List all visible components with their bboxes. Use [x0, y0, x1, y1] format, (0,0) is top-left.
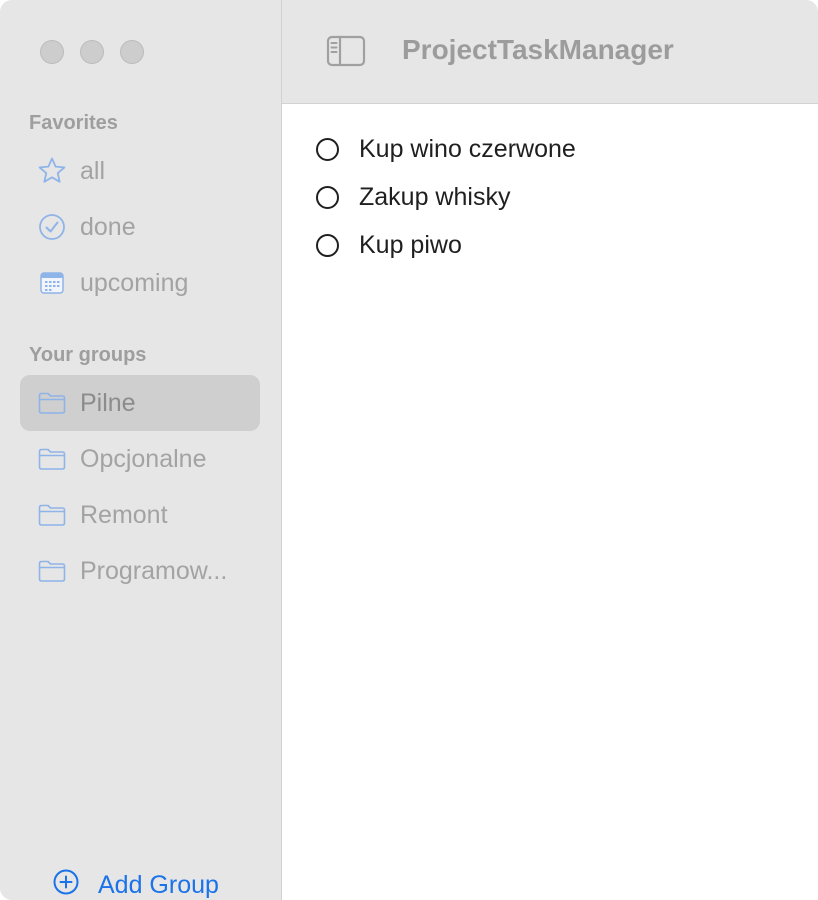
sidebar-item-programowanie[interactable]: Programow... — [20, 543, 260, 599]
sidebar-item-upcoming[interactable]: upcoming — [20, 255, 260, 311]
sidebar-item-label: all — [80, 156, 106, 185]
favorites-section-title: Favorites — [29, 112, 118, 134]
sidebar-item-label: Remont — [80, 500, 168, 529]
task-text: Zakup whisky — [359, 182, 511, 211]
window-title: ProjectTaskManager — [402, 34, 674, 65]
task-text: Kup piwo — [359, 230, 462, 259]
task-item[interactable]: Zakup whisky — [316, 177, 510, 217]
sidebar-item-label: done — [80, 212, 136, 241]
plus-circle-icon — [52, 868, 80, 900]
sidebar-item-all[interactable]: all — [20, 143, 260, 199]
sidebar-item-label: Opcjonalne — [80, 444, 207, 473]
sidebar-item-label: Programow... — [80, 556, 228, 585]
task-text: Kup wino czerwone — [359, 134, 576, 163]
app-window: Favorites all done upcoming Your groups … — [0, 0, 818, 900]
sidebar-toggle-icon[interactable] — [326, 35, 366, 67]
sidebar: Favorites all done upcoming Your groups … — [0, 0, 282, 900]
add-group-label: Add Group — [98, 871, 219, 899]
toolbar: ProjectTaskManager — [282, 0, 818, 104]
checkmark-circle-icon — [36, 211, 68, 243]
calendar-icon — [36, 267, 68, 299]
close-window-button[interactable] — [40, 40, 64, 64]
minimize-window-button[interactable] — [80, 40, 104, 64]
folder-icon — [36, 387, 68, 419]
sidebar-item-done[interactable]: done — [20, 199, 260, 255]
task-item[interactable]: Kup wino czerwone — [316, 129, 576, 169]
sidebar-item-label: upcoming — [80, 268, 189, 297]
task-list: Kup wino czerwone Zakup whisky Kup piwo — [282, 105, 818, 900]
sidebar-item-remont[interactable]: Remont — [20, 487, 260, 543]
folder-icon — [36, 555, 68, 587]
folder-icon — [36, 499, 68, 531]
task-checkbox[interactable] — [316, 137, 339, 161]
window-controls — [40, 40, 144, 64]
groups-section-title: Your groups — [29, 344, 147, 366]
folder-icon — [36, 443, 68, 475]
sidebar-item-pilne[interactable]: Pilne — [20, 375, 260, 431]
sidebar-item-opcjonalne[interactable]: Opcjonalne — [20, 431, 260, 487]
sidebar-item-label: Pilne — [80, 388, 136, 417]
add-group-button[interactable]: Add Group — [52, 868, 219, 900]
task-checkbox[interactable] — [316, 185, 339, 209]
star-icon — [36, 155, 68, 187]
task-checkbox[interactable] — [316, 233, 339, 257]
zoom-window-button[interactable] — [120, 40, 144, 64]
task-item[interactable]: Kup piwo — [316, 225, 462, 265]
